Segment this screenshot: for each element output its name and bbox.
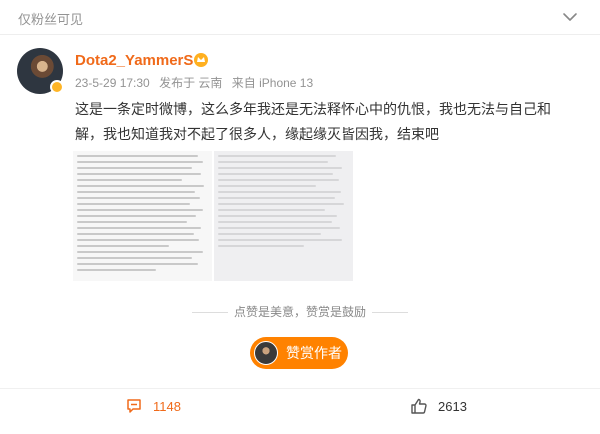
like-icon bbox=[411, 398, 427, 414]
post-image-2[interactable] bbox=[214, 151, 353, 281]
comment-count: 1148 bbox=[153, 398, 181, 414]
post-meta: 23-5-29 17:30 发布于 云南 来自 iPhone 13 bbox=[75, 74, 319, 91]
like-button[interactable]: 2613 bbox=[410, 397, 467, 415]
comment-button[interactable]: 1148 bbox=[125, 397, 181, 415]
post-source: 来自 iPhone 13 bbox=[231, 76, 314, 90]
author-name[interactable]: Dota2_YammerS bbox=[75, 52, 193, 69]
reward-hint-text: 点赞是美意，赞赏是鼓励 bbox=[233, 305, 366, 319]
post-location: 发布于 云南 bbox=[159, 76, 223, 90]
chevron-down-icon[interactable] bbox=[562, 10, 578, 24]
verified-badge-icon bbox=[50, 80, 64, 94]
post-date[interactable]: 23-5-29 17:30 bbox=[75, 76, 150, 90]
visibility-label: 仅粉丝可见 bbox=[18, 12, 84, 27]
comment-icon bbox=[127, 399, 141, 413]
image-grid bbox=[73, 151, 353, 281]
divider bbox=[191, 312, 228, 314]
vip-crown-icon[interactable] bbox=[193, 52, 209, 68]
divider bbox=[372, 312, 408, 314]
like-count: 2613 bbox=[438, 398, 467, 414]
weibo-post-card: 仅粉丝可见 Dota2_YammerS 23-5-29 17:30 发布于 云南… bbox=[0, 0, 600, 434]
reward-author-button[interactable]: 赞赏作者 bbox=[250, 337, 348, 369]
divider bbox=[0, 388, 600, 389]
reward-button-label: 赞赏作者 bbox=[286, 345, 342, 361]
avatar bbox=[254, 341, 278, 365]
post-image-1[interactable] bbox=[73, 151, 212, 281]
reward-hint: 点赞是美意，赞赏是鼓励 bbox=[0, 303, 600, 320]
post-text: 这是一条定时微博，这么多年我还是无法释怀心中的仇恨，我也无法与自己和解，我也知道… bbox=[75, 101, 551, 142]
divider bbox=[0, 34, 600, 35]
